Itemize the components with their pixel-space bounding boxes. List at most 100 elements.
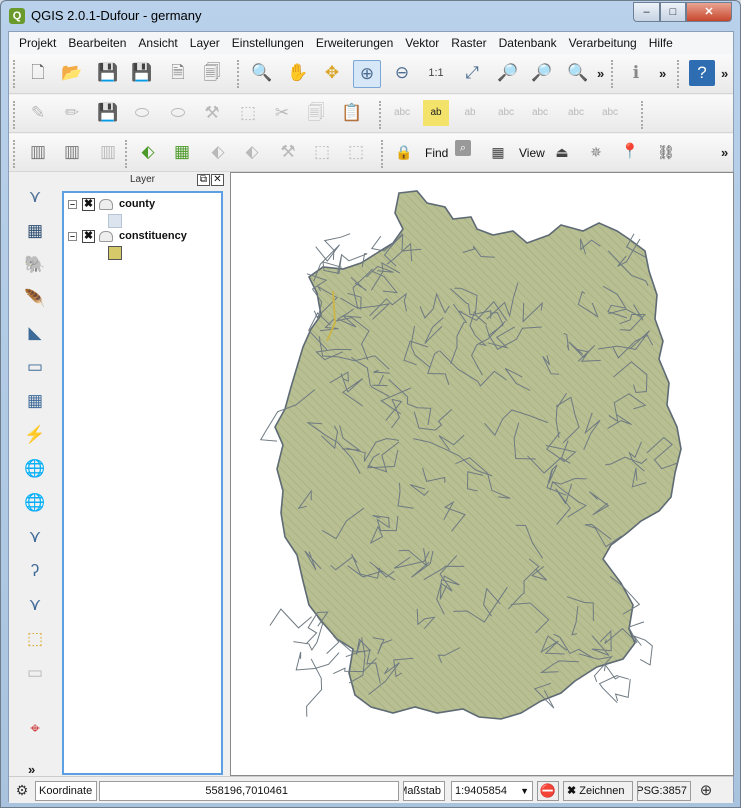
save-edits-icon[interactable]: 💾 [95, 100, 121, 126]
paste-features-icon[interactable]: 📋 [339, 100, 365, 126]
lock-icon[interactable]: 🔒 [391, 139, 417, 165]
new-project-icon[interactable]: 🗋 [25, 60, 51, 86]
zoom-out-icon[interactable]: ⊖ [389, 60, 415, 86]
menu-layer[interactable]: Layer [184, 36, 226, 50]
float-panel-button[interactable]: ⧉ [197, 174, 210, 186]
save-project-icon[interactable]: 💾 [95, 60, 121, 86]
visibility-checkbox[interactable]: ✖ [82, 197, 95, 211]
cut-features-icon[interactable]: ✂ [269, 100, 295, 126]
add-virtual-layer-icon[interactable]: ʔ [22, 558, 48, 584]
collapse-icon[interactable]: – [68, 231, 77, 241]
layer-labeling-icon[interactable]: ab [423, 100, 449, 126]
touch-zoom-icon[interactable]: 🔍 [249, 60, 275, 86]
position-icon[interactable]: ✵ [583, 139, 609, 165]
toolbar-overflow-icon[interactable]: » [721, 145, 728, 160]
identify-icon[interactable]: ℹ [623, 60, 649, 86]
layer-item-county[interactable]: – ✖ county [68, 196, 155, 212]
toolbar-grip[interactable] [13, 101, 17, 129]
zoom-to-selection-icon[interactable]: 🔎 [495, 60, 521, 86]
label-toolbar-icon[interactable]: abc [389, 100, 415, 126]
help-icon[interactable]: ? [689, 60, 715, 86]
menu-raster[interactable]: Raster [445, 36, 492, 50]
add-mssql-layer-icon[interactable]: ◣ [22, 320, 48, 346]
add-raster-layer-icon[interactable]: ▦ [22, 218, 48, 244]
add-oracle-layer-icon[interactable]: ▭ [22, 354, 48, 380]
document-view-icon[interactable]: ⏏ [549, 139, 575, 165]
toolbar-overflow-icon[interactable]: » [597, 66, 604, 81]
marker-icon[interactable]: 📍 [617, 139, 643, 165]
menu-erweiterungen[interactable]: Erweiterungen [310, 36, 399, 50]
add-wcs-globe-icon[interactable]: 🌐 [22, 490, 48, 516]
menu-verarbeitung[interactable]: Verarbeitung [563, 36, 643, 50]
zoom-last-icon[interactable]: 🔍 [565, 60, 591, 86]
add-wfs-layer-icon[interactable]: 🌐 [22, 456, 48, 482]
rotate-label-icon[interactable]: abc [563, 100, 589, 126]
layer-item-constituency[interactable]: – ✖ constituency [68, 228, 187, 244]
new-spatialite-layer-icon[interactable]: ⬚ [22, 626, 48, 652]
visibility-checkbox[interactable]: ✖ [82, 229, 95, 243]
search-icon[interactable]: ⌕ [455, 140, 471, 156]
toolbar-overflow-icon[interactable]: » [721, 66, 728, 81]
toolbar-grip[interactable] [611, 60, 615, 88]
add-delimited-text-icon[interactable]: ⋎ [22, 524, 48, 550]
crs-globe-icon[interactable]: ⊕ [695, 780, 717, 802]
offline-edit-icon[interactable]: ⬖ [205, 139, 231, 165]
add-postgis-layer-icon[interactable]: 🐘 [22, 252, 48, 278]
show-hide-labels-icon[interactable]: abc [493, 100, 519, 126]
maximize-button[interactable]: □ [660, 2, 686, 22]
composer-manager-icon[interactable]: 🗐 [199, 60, 225, 86]
toolbar-overflow-icon[interactable]: » [659, 66, 666, 81]
toolbar-grip[interactable] [125, 140, 129, 168]
delete-selected-icon[interactable]: ⬚ [235, 100, 261, 126]
copy-features-icon[interactable]: 🗐 [303, 100, 329, 126]
add-spatialite-layer-icon[interactable]: 🪶 [22, 286, 48, 312]
open-project-icon[interactable]: 📂 [59, 60, 85, 86]
raster-calculator-icon[interactable]: ▥ [25, 139, 51, 165]
simplify-icon[interactable]: ⬚ [309, 139, 335, 165]
raster-info-icon[interactable]: ▥ [59, 139, 85, 165]
crs-button[interactable]: EPSG:3857 [637, 781, 691, 801]
menu-vektor[interactable]: Vektor [399, 36, 445, 50]
toolbar-grip[interactable] [13, 140, 17, 168]
add-wcs-layer-icon[interactable]: ⚡ [22, 422, 48, 448]
gps-tool-icon[interactable]: ⬖ [135, 139, 161, 165]
toolbar-grip[interactable] [381, 140, 385, 168]
link-icon[interactable]: ⛓ [653, 139, 679, 165]
menu-hilfe[interactable]: Hilfe [643, 36, 679, 50]
scale-combo[interactable]: 1:9405854 ▼ [451, 781, 533, 801]
menu-bearbeiten[interactable]: Bearbeiten [62, 36, 132, 50]
render-toggle[interactable]: ✖ Zeichnen [563, 781, 633, 801]
pin-labels-icon[interactable]: ab [457, 100, 483, 126]
messages-icon[interactable]: ⚙ [11, 779, 33, 801]
zoom-in-icon[interactable]: ⊕ [353, 60, 381, 88]
zoom-actual-size-icon[interactable]: 1:1 [423, 60, 449, 86]
pan-to-selection-icon[interactable]: ✥ [319, 60, 345, 86]
change-label-icon[interactable]: abc [597, 100, 623, 126]
coordinate-capture-icon[interactable]: ⌖ [22, 716, 48, 742]
new-print-composer-icon[interactable]: 🗎 [165, 60, 191, 86]
current-edits-icon[interactable]: ✎ [25, 100, 51, 126]
title-bar[interactable]: Q QGIS 2.0.1-Dufour - germany – □ ✕ [1, 1, 740, 31]
zoom-to-layer-icon[interactable]: 🔎 [529, 60, 555, 86]
county-symbol-swatch[interactable] [108, 214, 122, 228]
split-features-icon[interactable]: ⬚ [343, 139, 369, 165]
add-feature-icon[interactable]: ⬭ [129, 100, 155, 126]
stop-rendering-icon[interactable]: ⛔ [537, 781, 559, 801]
toolbar-grip[interactable] [13, 60, 17, 88]
zoom-full-icon[interactable]: ⤢ [459, 60, 485, 86]
menu-projekt[interactable]: Projekt [13, 36, 62, 50]
collapse-icon[interactable]: – [68, 199, 77, 209]
close-button[interactable]: ✕ [686, 2, 732, 22]
menu-ansicht[interactable]: Ansicht [132, 36, 183, 50]
node-tool-icon[interactable]: ⚒ [199, 100, 225, 126]
constituency-symbol-swatch[interactable] [108, 246, 122, 260]
move-label-icon[interactable]: abc [527, 100, 553, 126]
menu-einstellungen[interactable]: Einstellungen [226, 36, 310, 50]
topology-checker-icon[interactable]: ⬖ [239, 139, 265, 165]
toolbar-overflow-icon[interactable]: » [28, 762, 35, 777]
new-shapefile-layer-icon[interactable]: ⋎ [22, 592, 48, 618]
raster-stretch-icon[interactable]: ▥ [95, 139, 121, 165]
remove-layer-icon[interactable]: ▭ [22, 660, 48, 686]
toggle-editing-icon[interactable]: ✏ [59, 100, 85, 126]
move-feature-icon[interactable]: ⬭ [165, 100, 191, 126]
